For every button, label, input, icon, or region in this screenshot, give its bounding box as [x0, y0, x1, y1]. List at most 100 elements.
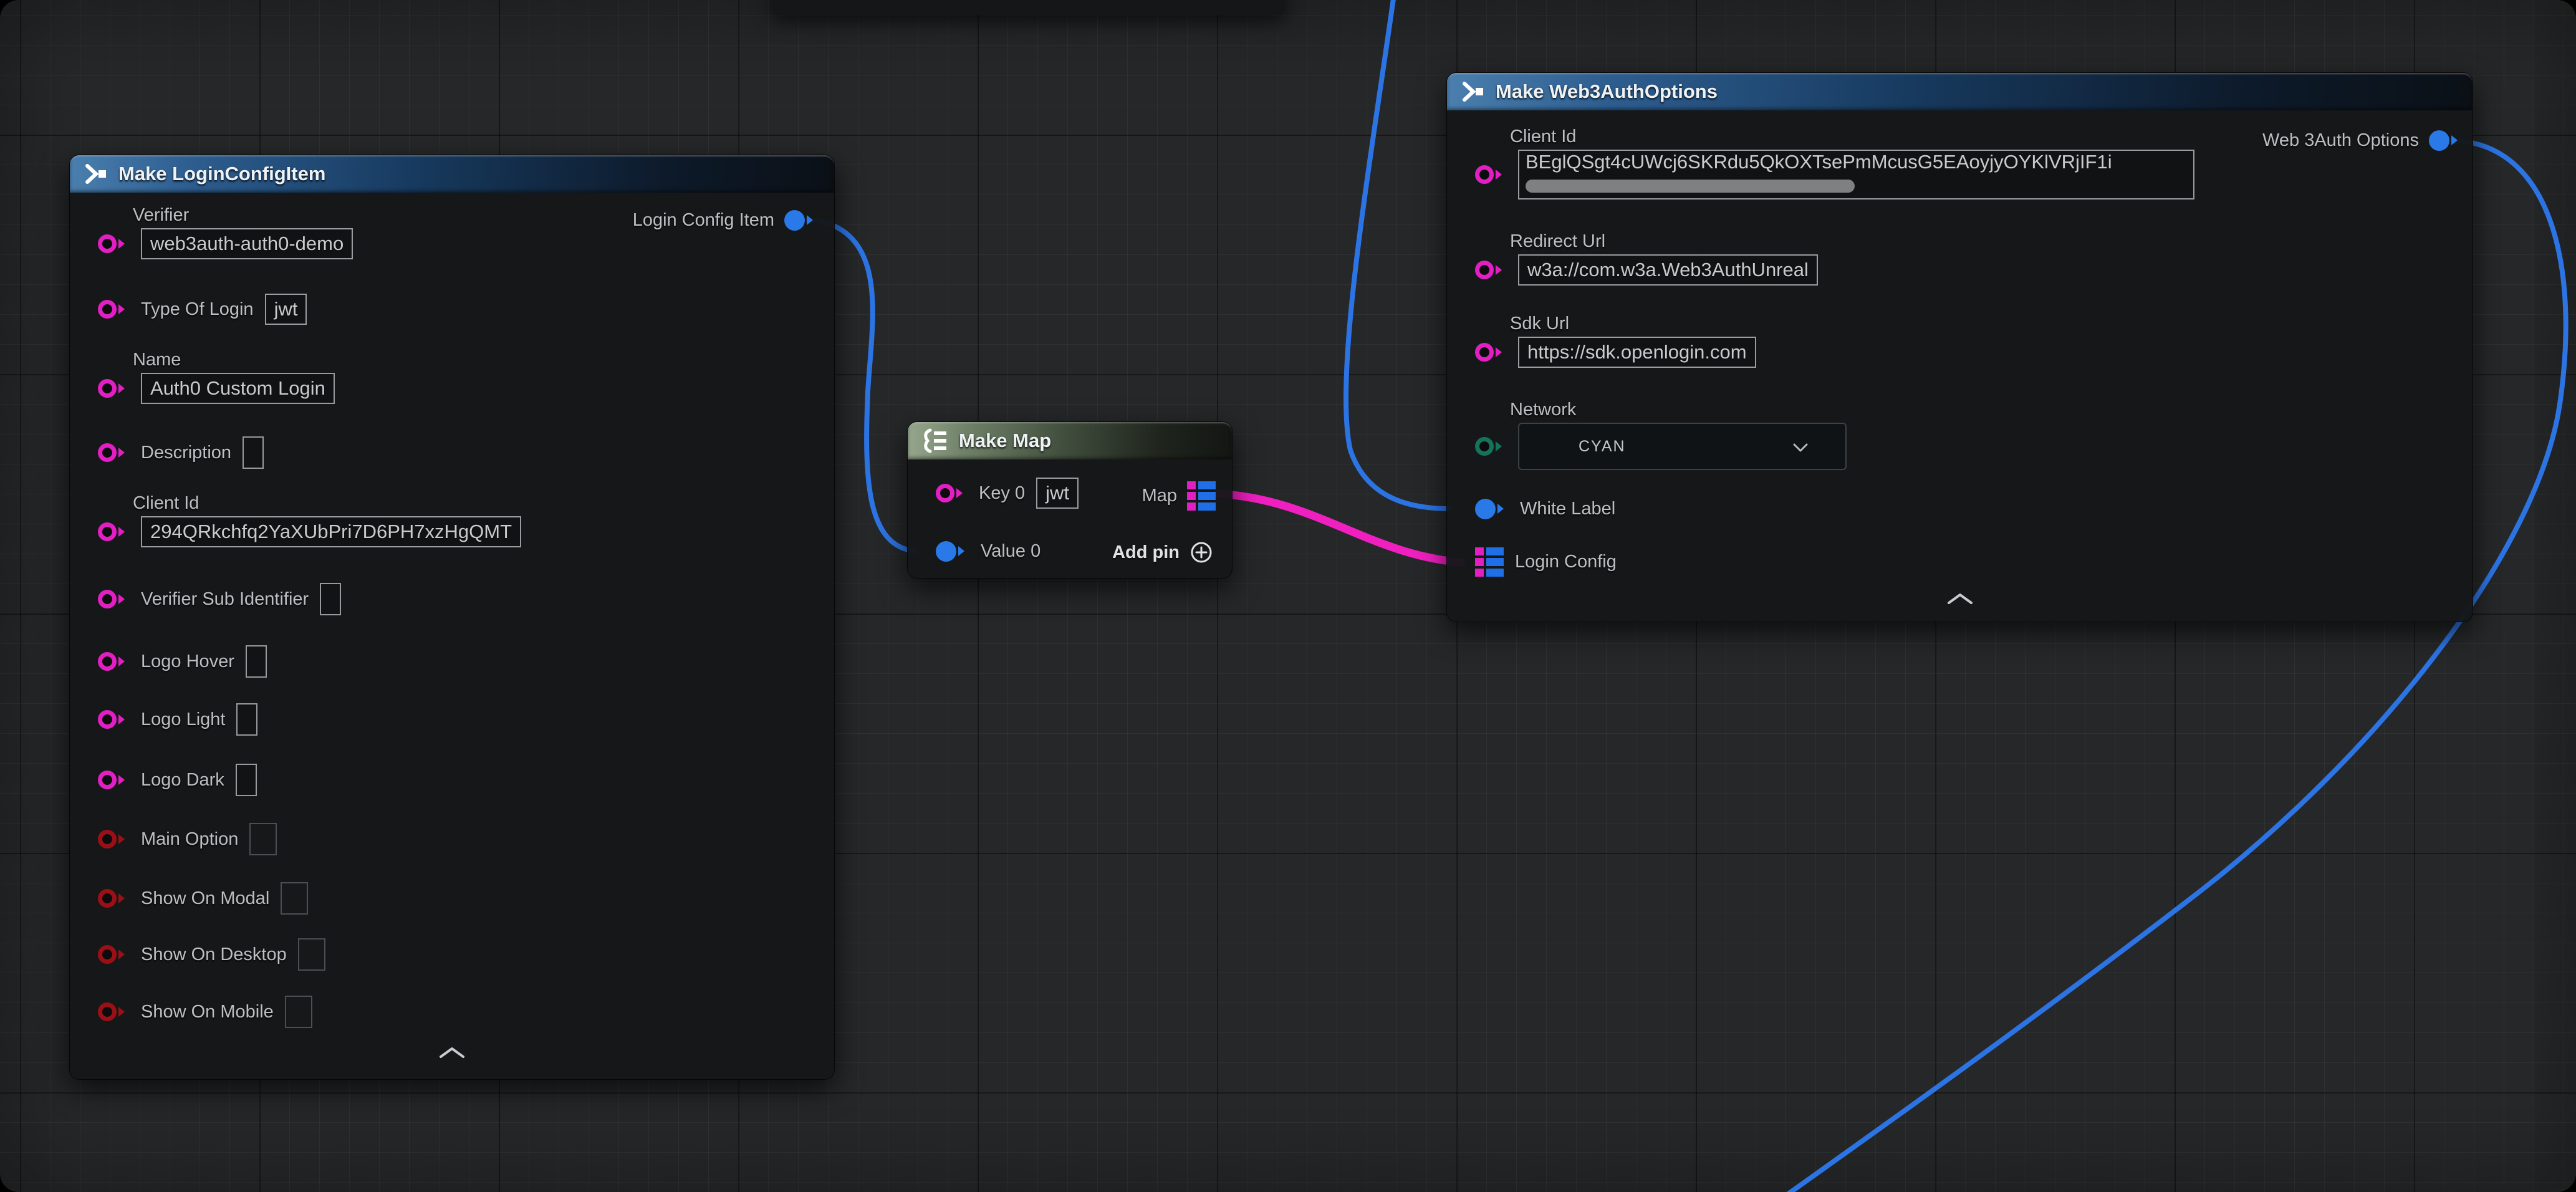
node-make-loginconfigitem[interactable]: Make LoginConfigItem Login Config Item V…: [69, 155, 835, 1080]
client-id-field[interactable]: 294QRkchfq2YaXUbPri7D6PH7xzHgQMT: [141, 516, 521, 547]
pin-label: Login Config: [1515, 552, 1617, 572]
pin-row-login-config: Login Config: [1475, 544, 1617, 580]
input-pin-show-on-desktop[interactable]: [98, 945, 130, 964]
key0-field[interactable]: jwt: [1036, 478, 1079, 509]
node-title: Make Web3AuthOptions: [1496, 80, 1718, 103]
pin-label: Value 0: [981, 541, 1040, 562]
wire-map-to-loginconfig[interactable]: [1217, 494, 1461, 562]
pin-row-sdk-url: Sdk Url https://sdk.openlogin.com: [1475, 314, 1756, 368]
logo-light-field[interactable]: [236, 703, 257, 736]
add-pin-label: Add pin: [1112, 542, 1180, 563]
pin-label: Client Id: [1510, 127, 1576, 147]
input-pin-logo-hover[interactable]: [98, 652, 130, 671]
pin-label: Redirect Url: [1510, 231, 1605, 252]
description-field[interactable]: [243, 436, 264, 469]
output-row-web3auth-options: Web 3Auth Options: [2262, 122, 2463, 158]
input-pin-key0[interactable]: [936, 484, 968, 502]
pin-row-network: Network CYAN: [1475, 400, 1847, 470]
output-row-map: Map: [1142, 478, 1216, 514]
show-on-desktop-checkbox[interactable]: [298, 938, 325, 971]
pin-row-main-option: Main Option: [98, 821, 277, 857]
output-pin-label: Web 3Auth Options: [2262, 130, 2419, 151]
input-pin-show-on-mobile[interactable]: [98, 1002, 130, 1021]
pin-label: Show On Mobile: [141, 1002, 274, 1022]
chevron-down-icon: [1793, 443, 1808, 453]
network-dropdown[interactable]: CYAN: [1518, 423, 1847, 470]
node-title: Make LoginConfigItem: [118, 163, 325, 185]
input-pin-client-id[interactable]: [1475, 165, 1507, 184]
sdk-url-field[interactable]: https://sdk.openlogin.com: [1518, 337, 1756, 368]
verifier-field[interactable]: web3auth-auth0-demo: [141, 228, 353, 259]
client-id-scrollbar[interactable]: [1526, 180, 1855, 193]
pin-label: Logo Dark: [141, 770, 224, 791]
output-pin-login-config-item[interactable]: [784, 210, 818, 231]
make-struct-icon: [1459, 78, 1486, 105]
input-pin-value0[interactable]: [936, 541, 969, 562]
node-make-map[interactable]: Make Map Key 0 jwt Map Value 0 Add pin: [907, 421, 1233, 579]
pin-label: Network: [1510, 400, 1576, 420]
redirect-url-field[interactable]: w3a://com.w3a.Web3AuthUnreal: [1518, 254, 1818, 286]
input-pin-logo-dark[interactable]: [98, 771, 130, 789]
pin-label: Show On Desktop: [141, 944, 287, 965]
show-on-mobile-checkbox[interactable]: [285, 996, 312, 1028]
offscreen-node-bottom[interactable]: [772, 0, 1286, 15]
input-pin-main-option[interactable]: [98, 830, 130, 848]
input-pin-show-on-modal[interactable]: [98, 889, 130, 908]
input-pin-client-id[interactable]: [98, 522, 130, 541]
pin-label: Name: [133, 350, 181, 370]
input-pin-sdk-url[interactable]: [1475, 343, 1507, 362]
show-on-modal-checkbox[interactable]: [281, 882, 308, 915]
make-map-icon: [920, 427, 949, 454]
pin-label: Logo Hover: [141, 651, 234, 672]
input-pin-white-label[interactable]: [1475, 499, 1509, 519]
pin-row-show-on-mobile: Show On Mobile: [98, 994, 312, 1030]
type-of-login-field[interactable]: jwt: [265, 294, 307, 325]
input-pin-redirect-url[interactable]: [1475, 261, 1507, 279]
node-header[interactable]: Make Web3AuthOptions: [1447, 73, 2473, 110]
wire-top-to-whitelabel[interactable]: [1346, 0, 1450, 509]
client-id-field[interactable]: BEglQSgt4cUWcj6SKRdu5QkOXTsePmMcusG5EAoy…: [1518, 150, 2194, 199]
pin-row-show-on-desktop: Show On Desktop: [98, 936, 325, 973]
pin-row-logo-hover: Logo Hover: [98, 643, 267, 680]
collapse-chevron-icon[interactable]: [438, 1045, 466, 1059]
pin-label: Show On Modal: [141, 888, 269, 909]
node-header[interactable]: Make LoginConfigItem: [70, 155, 834, 193]
input-pin-verifier[interactable]: [98, 234, 130, 253]
pin-row-logo-dark: Logo Dark: [98, 762, 257, 798]
node-header[interactable]: Make Map: [908, 422, 1232, 459]
add-pin-icon[interactable]: [1189, 541, 1213, 564]
collapse-node-row: [70, 1045, 834, 1059]
pin-row-show-on-modal: Show On Modal: [98, 880, 308, 916]
name-field[interactable]: Auth0 Custom Login: [141, 373, 335, 404]
blueprint-graph-canvas[interactable]: Make LoginConfigItem Login Config Item V…: [0, 0, 2576, 1192]
input-pin-description[interactable]: [98, 443, 130, 462]
collapse-chevron-icon[interactable]: [1946, 592, 1974, 605]
node-make-web3authoptions[interactable]: Make Web3AuthOptions Web 3Auth Options C…: [1446, 72, 2473, 622]
logo-dark-field[interactable]: [236, 764, 257, 796]
verifier-sub-identifier-field[interactable]: [320, 583, 341, 615]
output-pin-web3auth-options[interactable]: [2429, 130, 2463, 151]
pin-row-client-id: Client Id 294QRkchfq2YaXUbPri7D6PH7xzHgQ…: [98, 493, 521, 547]
output-row-login-config-item: Login Config Item: [633, 202, 818, 238]
pin-row-client-id: Client Id BEglQSgt4cUWcj6SKRdu5QkOXTsePm…: [1475, 127, 2194, 199]
pin-label: Logo Light: [141, 709, 225, 730]
input-pin-login-config[interactable]: [1475, 547, 1504, 577]
client-id-text: BEglQSgt4cUWcj6SKRdu5QkOXTsePmMcusG5EAoy…: [1519, 150, 2118, 173]
output-pin-map[interactable]: [1187, 481, 1216, 511]
pin-row-verifier: Verifier web3auth-auth0-demo: [98, 205, 353, 259]
output-pin-label: Login Config Item: [633, 210, 774, 231]
pin-row-name: Name Auth0 Custom Login: [98, 350, 335, 404]
add-pin-row: Add pin: [1112, 534, 1213, 570]
pin-label: Sdk Url: [1510, 314, 1569, 334]
input-pin-verifier-sub-identifier[interactable]: [98, 590, 130, 608]
input-pin-name[interactable]: [98, 379, 130, 398]
pin-label: Client Id: [133, 493, 199, 514]
pin-label: Key 0: [979, 483, 1025, 504]
input-pin-type-of-login[interactable]: [98, 300, 130, 319]
main-option-checkbox[interactable]: [249, 823, 277, 855]
input-pin-network[interactable]: [1475, 437, 1507, 456]
pin-label: Type Of Login: [141, 299, 254, 320]
logo-hover-field[interactable]: [246, 645, 267, 678]
input-pin-logo-light[interactable]: [98, 710, 130, 729]
node-title: Make Map: [959, 430, 1051, 452]
